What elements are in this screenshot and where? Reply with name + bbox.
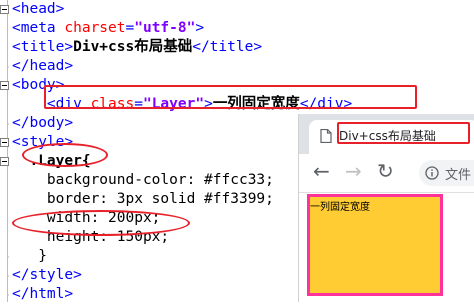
fold-end-icon [7, 62, 9, 68]
layer-div: 一列固定宽度 [307, 194, 443, 296]
tab-strip: Div+css布局基础 [299, 114, 474, 154]
back-arrow-icon[interactable]: ← [313, 159, 330, 183]
code-token: charset [64, 20, 126, 36]
document-icon [320, 129, 332, 143]
code-token: </style> [12, 267, 82, 283]
code-text: } [12, 247, 47, 266]
code-token: </head> [12, 58, 74, 74]
code-line[interactable]: <meta charset="utf-8"> [0, 19, 474, 38]
code-token: <meta [12, 20, 65, 36]
code-text: border: 3px solid #ff3399; [12, 190, 274, 209]
code-text: </style> [12, 266, 82, 285]
fold-minus-icon[interactable] [0, 138, 9, 147]
address-bar[interactable]: 文件 [419, 160, 474, 186]
address-text: 文件 [445, 168, 472, 183]
fold-line-icon [0, 214, 9, 223]
fold-end-icon [7, 290, 9, 296]
reload-icon[interactable]: ↻ [377, 159, 394, 183]
fold-minus-icon[interactable] [0, 157, 9, 166]
fold-end-icon [7, 119, 9, 125]
code-text: <meta charset="utf-8"> [12, 19, 204, 38]
code-text: <title>Div+css布局基础</title> [12, 38, 262, 57]
highlight-tab-title [337, 122, 470, 144]
fold-end-icon [7, 271, 9, 277]
code-token: Div+css布局基础 [73, 39, 193, 55]
browser-window: Div+css布局基础 ← → ↻ 文件 一列固定宽度 [298, 114, 474, 302]
fold-line-icon [0, 176, 9, 185]
forward-arrow-icon[interactable]: → [345, 159, 362, 183]
code-token: <head> [12, 1, 65, 17]
fold-minus-icon[interactable] [0, 81, 9, 90]
code-text: </body> [12, 114, 73, 133]
highlight-div-line [44, 85, 417, 109]
code-line[interactable]: <head> [0, 0, 474, 19]
fold-end-icon [7, 252, 9, 258]
code-text: </html> [12, 285, 73, 304]
info-icon [425, 166, 439, 180]
highlight-height-line [12, 210, 190, 236]
fold-line-icon [0, 100, 9, 109]
code-text: <head> [12, 0, 64, 19]
code-line[interactable]: <title>Div+css布局基础</title> [0, 38, 474, 57]
layer-text: 一列固定宽度 [310, 202, 370, 213]
code-token: > [195, 20, 205, 36]
browser-toolbar: ← → ↻ 文件 [299, 154, 474, 193]
fold-minus-icon[interactable] [0, 5, 9, 14]
code-token: </body> [12, 115, 74, 131]
code-text: </head> [12, 57, 73, 76]
code-token: "utf-8" [134, 20, 196, 36]
code-token: </html> [12, 286, 74, 302]
code-token: } [12, 248, 47, 264]
code-token: </title> [192, 39, 263, 55]
code-line[interactable]: </head> [0, 57, 474, 76]
fold-line-icon [0, 233, 9, 242]
code-text: background-color: #ffcc33; [12, 171, 274, 190]
code-token: = [125, 20, 135, 36]
highlight-layer-selector [22, 143, 108, 167]
fold-line-icon [0, 195, 9, 204]
fold-line-icon [0, 43, 9, 52]
code-token: background-color: #ffcc33; [12, 172, 274, 188]
code-token: border: 3px solid #ff3399; [12, 191, 274, 207]
fold-line-icon [0, 24, 9, 33]
code-token: <title> [12, 39, 74, 55]
